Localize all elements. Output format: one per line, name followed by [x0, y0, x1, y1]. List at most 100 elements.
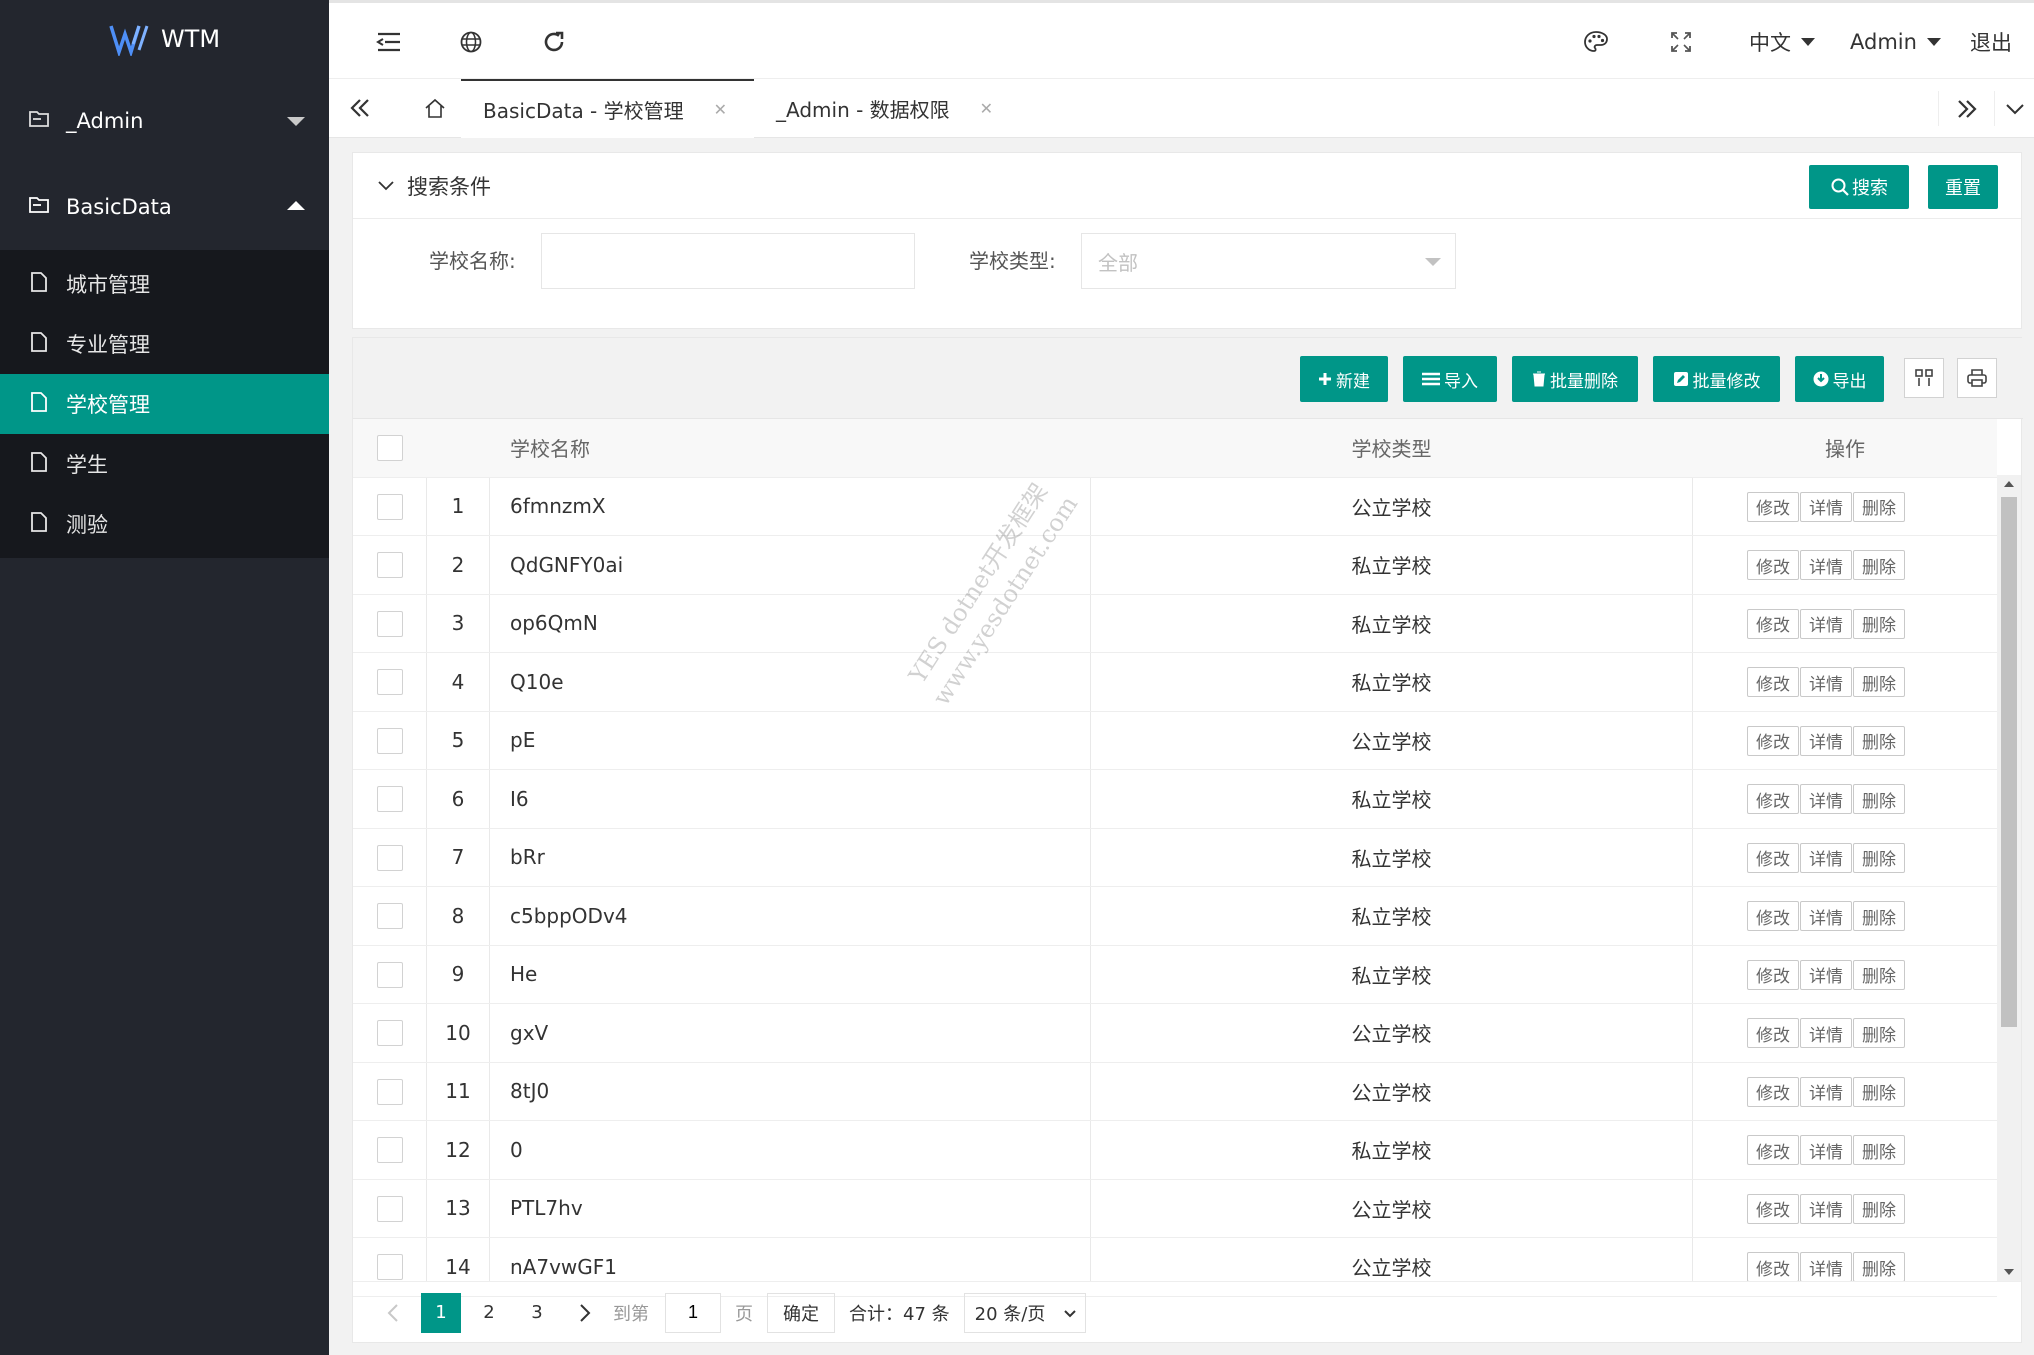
select-all-checkbox[interactable] — [377, 435, 403, 461]
detail-button[interactable]: 详情 — [1800, 1076, 1852, 1107]
page-size-select[interactable]: 20 条/页 — [963, 1292, 1086, 1333]
row-checkbox[interactable] — [377, 1078, 403, 1105]
detail-button[interactable]: 详情 — [1800, 608, 1852, 639]
tab-school-management[interactable]: BasicData - 学校管理 ✕ — [461, 79, 754, 138]
delete-button[interactable]: 删除 — [1853, 959, 1905, 990]
close-icon[interactable]: ✕ — [714, 100, 727, 119]
row-checkbox[interactable] — [377, 610, 403, 637]
sidebar-item-school[interactable]: 学校管理 — [0, 374, 329, 434]
language-dropdown[interactable]: 中文 — [1749, 3, 1815, 81]
batch-edit-button[interactable]: 批量修改 — [1653, 356, 1780, 402]
detail-button[interactable]: 详情 — [1800, 901, 1852, 931]
menu-group-admin[interactable]: _Admin — [0, 78, 329, 164]
row-checkbox[interactable] — [377, 844, 403, 871]
prev-page-icon[interactable] — [373, 1293, 413, 1333]
edit-button[interactable]: 修改 — [1747, 667, 1799, 697]
export-button[interactable]: 导出 — [1795, 356, 1884, 402]
delete-button[interactable]: 删除 — [1853, 608, 1905, 639]
row-checkbox[interactable] — [377, 786, 403, 812]
app-logo[interactable]: WTM — [0, 0, 329, 78]
close-icon[interactable]: ✕ — [980, 99, 993, 118]
logout-link[interactable]: 退出 — [1970, 3, 2012, 81]
row-checkbox[interactable] — [377, 903, 403, 929]
edit-button[interactable]: 修改 — [1747, 1018, 1799, 1048]
row-checkbox[interactable] — [377, 961, 403, 988]
reset-button[interactable]: 重置 — [1928, 165, 1998, 209]
detail-button[interactable]: 详情 — [1800, 1135, 1852, 1165]
school-type-select[interactable]: 全部 — [1081, 233, 1456, 289]
edit-button[interactable]: 修改 — [1747, 1135, 1799, 1165]
sidebar-item-city[interactable]: 城市管理 — [0, 254, 329, 314]
detail-button[interactable]: 详情 — [1800, 784, 1852, 814]
delete-button[interactable]: 删除 — [1853, 784, 1905, 814]
detail-button[interactable]: 详情 — [1800, 725, 1852, 756]
edit-button[interactable]: 修改 — [1747, 784, 1799, 814]
row-checkbox[interactable] — [377, 1020, 403, 1046]
delete-button[interactable]: 删除 — [1853, 550, 1905, 580]
goto-confirm-button[interactable]: 确定 — [767, 1292, 835, 1333]
page-button-1[interactable]: 1 — [421, 1292, 461, 1333]
search-button[interactable]: 搜索 — [1809, 165, 1909, 209]
detail-button[interactable]: 详情 — [1800, 667, 1852, 697]
row-checkbox[interactable] — [377, 552, 403, 578]
tabs-scroll-right-icon[interactable] — [1938, 91, 1994, 126]
school-name-input[interactable] — [541, 233, 915, 289]
detail-button[interactable]: 详情 — [1800, 550, 1852, 580]
import-button[interactable]: 导入 — [1403, 356, 1497, 402]
edit-button[interactable]: 修改 — [1747, 1076, 1799, 1107]
refresh-icon[interactable] — [537, 25, 571, 59]
detail-button[interactable]: 详情 — [1800, 1193, 1852, 1224]
edit-button[interactable]: 修改 — [1747, 959, 1799, 990]
sidebar-item-student[interactable]: 学生 — [0, 434, 329, 494]
row-checkbox[interactable] — [377, 1195, 403, 1222]
row-checkbox[interactable] — [377, 1254, 403, 1280]
edit-button[interactable]: 修改 — [1747, 725, 1799, 756]
palette-icon[interactable] — [1579, 25, 1613, 59]
delete-button[interactable]: 删除 — [1853, 667, 1905, 697]
goto-page-input[interactable] — [665, 1292, 721, 1333]
page-button-3[interactable]: 3 — [517, 1293, 557, 1333]
batch-delete-button[interactable]: 批量删除 — [1512, 356, 1638, 402]
detail-button[interactable]: 详情 — [1800, 1018, 1852, 1048]
print-icon[interactable] — [1957, 358, 1997, 398]
columns-filter-icon[interactable] — [1904, 358, 1944, 398]
detail-button[interactable]: 详情 — [1800, 491, 1852, 522]
delete-button[interactable]: 删除 — [1853, 725, 1905, 756]
delete-button[interactable]: 删除 — [1853, 1076, 1905, 1107]
next-page-icon[interactable] — [565, 1293, 605, 1333]
search-panel-header[interactable]: 搜索条件 — [353, 153, 2021, 219]
delete-button[interactable]: 删除 — [1853, 1135, 1905, 1165]
detail-button[interactable]: 详情 — [1800, 959, 1852, 990]
edit-button[interactable]: 修改 — [1747, 491, 1799, 522]
scroll-down-arrow-icon[interactable] — [2004, 1269, 2014, 1275]
menu-group-basicdata[interactable]: BasicData — [0, 164, 329, 250]
detail-button[interactable]: 详情 — [1800, 842, 1852, 873]
edit-button[interactable]: 修改 — [1747, 608, 1799, 639]
page-button-2[interactable]: 2 — [469, 1293, 509, 1333]
new-button[interactable]: 新建 — [1300, 356, 1388, 402]
delete-button[interactable]: 删除 — [1853, 491, 1905, 522]
edit-button[interactable]: 修改 — [1747, 842, 1799, 873]
tabs-scroll-left-icon[interactable] — [343, 91, 377, 125]
tab-data-permission[interactable]: _Admin - 数据权限 ✕ — [754, 79, 1009, 138]
user-dropdown[interactable]: Admin — [1850, 3, 1941, 81]
row-checkbox[interactable] — [377, 727, 403, 754]
scroll-up-arrow-icon[interactable] — [2004, 481, 2014, 487]
sidebar-item-quiz[interactable]: 测验 — [0, 494, 329, 554]
menu-toggle-icon[interactable] — [372, 25, 406, 59]
delete-button[interactable]: 删除 — [1853, 1018, 1905, 1048]
edit-button[interactable]: 修改 — [1747, 1193, 1799, 1224]
delete-button[interactable]: 删除 — [1853, 842, 1905, 873]
delete-button[interactable]: 删除 — [1853, 901, 1905, 931]
detail-button[interactable]: 详情 — [1800, 1252, 1852, 1282]
row-checkbox[interactable] — [377, 1137, 403, 1163]
row-checkbox[interactable] — [377, 669, 403, 695]
edit-button[interactable]: 修改 — [1747, 901, 1799, 931]
edit-button[interactable]: 修改 — [1747, 550, 1799, 580]
delete-button[interactable]: 删除 — [1853, 1193, 1905, 1224]
sidebar-item-major[interactable]: 专业管理 — [0, 314, 329, 374]
tabs-menu-chevron-icon[interactable] — [1994, 91, 2034, 126]
edit-button[interactable]: 修改 — [1747, 1252, 1799, 1282]
row-checkbox[interactable] — [377, 493, 403, 520]
scrollbar-thumb[interactable] — [2001, 497, 2017, 1027]
